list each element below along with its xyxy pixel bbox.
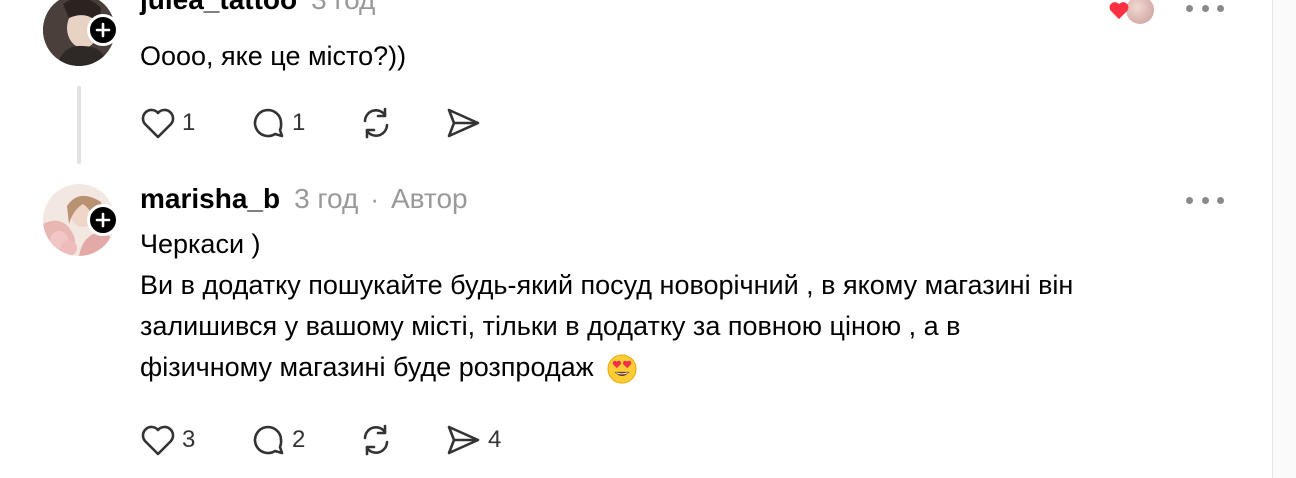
like-button[interactable]: 3 [140,423,250,457]
username[interactable]: marisha_b [140,183,280,215]
share-count: 4 [488,426,502,453]
comment-line: Ви в додатку пошукайте будь-який посуд н… [140,270,1074,300]
reply-button[interactable]: 1 [250,105,358,141]
comment-text: Черкаси ) Ви в додатку пошукайте будь-як… [140,224,1250,388]
author-badge: Автор [391,183,468,214]
comment-bubble-icon [253,108,284,138]
comment-header: marisha_b 3 год · Автор [140,183,468,215]
send-icon [447,425,480,455]
comment-marisha-b: marisha_b 3 год · Автор Черкаси ) Ви в д… [0,180,1270,478]
heart-icon [141,108,175,139]
send-icon [447,108,480,138]
follow-plus-icon[interactable] [87,14,119,46]
avatar-marisha-b[interactable] [43,184,119,256]
comment-line: залишився у вашому місті, тільки в додат… [140,311,961,341]
follow-plus-icon[interactable] [87,204,119,236]
share-button[interactable] [444,105,482,141]
timestamp: 3 год [294,183,359,214]
like-count: 3 [182,426,196,453]
reply-button[interactable]: 2 [250,422,358,458]
repost-icon [363,107,389,139]
avatar-julea-tattoo[interactable] [43,0,119,66]
comment-line: фізичному магазині буде розпродаж [140,352,594,382]
repost-icon [363,424,389,456]
separator-dot: · [370,184,379,214]
comment-line-with-emoji: фізичному магазині буде розпродаж [140,347,1250,388]
share-button[interactable]: 4 [444,422,501,458]
more-options-icon[interactable] [1186,0,1224,16]
repost-button[interactable] [358,422,444,458]
username[interactable]: julea_tattoo [140,0,297,16]
action-bar: 3 2 4 [140,422,501,458]
liked-by-author-indicator [1108,0,1158,26]
thread-line [77,86,81,164]
comment-julea-tattoo: julea_tattoo 3 год Оооо, яке це місто?))… [0,0,1270,170]
repost-button[interactable] [358,105,444,141]
more-options-icon[interactable] [1186,192,1224,208]
heart-filled-icon [1109,2,1129,20]
comment-bubble-icon [253,425,284,455]
action-bar: 1 1 [140,105,482,141]
comment-line: Оооо, яке це місто?)) [140,41,407,71]
heart-eyes-emoji-icon [607,354,637,384]
author-mini-avatar [1126,0,1154,24]
reply-count: 2 [292,426,306,453]
timestamp: 3 год [311,0,375,16]
like-count: 1 [182,109,196,136]
like-button[interactable]: 1 [140,106,250,140]
reply-count: 1 [292,109,306,136]
scrollbar[interactable] [1272,0,1296,478]
comment-header: julea_tattoo 3 год [140,0,375,16]
comment-line: Черкаси ) [140,229,261,259]
heart-icon [141,425,175,456]
comment-text: Оооо, яке це місто?)) [140,36,1250,77]
